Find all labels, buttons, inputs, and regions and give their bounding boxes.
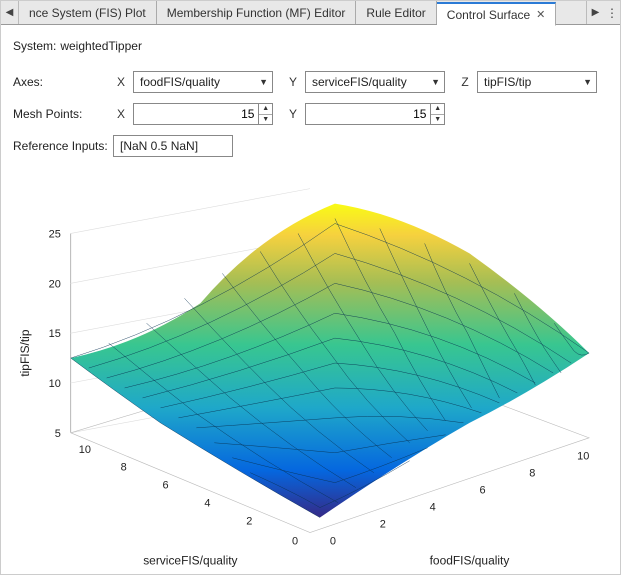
tab-fis-plot[interactable]: nce System (FIS) Plot	[19, 1, 157, 24]
x-tick: 4	[430, 502, 436, 514]
tab-label: Rule Editor	[366, 6, 425, 20]
dropdown-value: foodFIS/quality	[140, 75, 220, 89]
y-tick: 2	[246, 516, 252, 528]
system-row: System: weightedTipper	[13, 35, 608, 57]
y-tick: 0	[292, 535, 298, 547]
close-icon[interactable]: ✕	[536, 8, 545, 21]
reference-row: Reference Inputs: [NaN 0.5 NaN]	[13, 135, 608, 157]
tab-label: nce System (FIS) Plot	[29, 6, 146, 20]
dropdown-value: tipFIS/tip	[484, 75, 531, 89]
controls-panel: System: weightedTipper Axes: X foodFIS/q…	[1, 25, 620, 173]
mesh-y-spinner[interactable]: ▲ ▼	[305, 103, 445, 125]
x-tick: 6	[479, 485, 485, 497]
z-axis-label: Z	[457, 75, 473, 89]
tab-mf-editor[interactable]: Membership Function (MF) Editor	[157, 1, 357, 24]
y-tick: 4	[204, 498, 210, 510]
tab-label: Membership Function (MF) Editor	[167, 6, 346, 20]
system-name: weightedTipper	[60, 39, 142, 53]
z-tick: 5	[55, 428, 61, 440]
reference-input[interactable]: [NaN 0.5 NaN]	[113, 135, 233, 157]
spinner-down-icon[interactable]: ▼	[259, 115, 272, 125]
spinner-up-icon[interactable]: ▲	[431, 104, 444, 115]
reference-value: [NaN 0.5 NaN]	[120, 139, 198, 153]
tab-scroll-left[interactable]: ◀	[1, 1, 19, 24]
tab-scroll-right[interactable]: ▶	[586, 1, 604, 24]
mesh-row: Mesh Points: X ▲ ▼ Y ▲ ▼	[13, 103, 608, 125]
x-axis-label: X	[113, 75, 129, 89]
x-axis-dropdown[interactable]: foodFIS/quality ▼	[133, 71, 273, 93]
chevron-down-icon: ▼	[431, 77, 440, 87]
x-tick: 2	[380, 519, 386, 531]
y-axis-label: Y	[285, 75, 301, 89]
mesh-y-input[interactable]	[306, 104, 430, 124]
surface-plot[interactable]: 25 20 15 10 5 tipFIS/tip	[1, 173, 620, 583]
x-axis-title: foodFIS/quality	[430, 553, 510, 567]
mesh-x-input[interactable]	[134, 104, 258, 124]
chevron-down-icon: ▼	[583, 77, 592, 87]
z-tick: 20	[49, 278, 61, 290]
dropdown-value: serviceFIS/quality	[312, 75, 407, 89]
x-tick: 10	[577, 451, 589, 463]
y-tick: 8	[121, 462, 127, 474]
axes-label: Axes:	[13, 75, 113, 89]
spinner-up-icon[interactable]: ▲	[259, 104, 272, 115]
system-label: System:	[13, 39, 56, 53]
z-axis-title: tipFIS/tip	[18, 329, 32, 377]
z-axis-dropdown[interactable]: tipFIS/tip ▼	[477, 71, 597, 93]
mesh-y-label: Y	[285, 107, 301, 121]
mesh-label: Mesh Points:	[13, 107, 113, 121]
z-tick: 25	[49, 228, 61, 240]
x-tick: 8	[529, 468, 535, 480]
axes-row: Axes: X foodFIS/quality ▼ Y serviceFIS/q…	[13, 71, 608, 93]
y-axis-dropdown[interactable]: serviceFIS/quality ▼	[305, 71, 445, 93]
chevron-down-icon: ▼	[259, 77, 268, 87]
reference-label: Reference Inputs:	[13, 139, 113, 153]
spinner-down-icon[interactable]: ▼	[431, 115, 444, 125]
mesh-x-label: X	[113, 107, 129, 121]
mesh-x-spinner[interactable]: ▲ ▼	[133, 103, 273, 125]
tab-bar: ◀ nce System (FIS) Plot Membership Funct…	[1, 1, 620, 25]
x-tick: 0	[330, 535, 336, 547]
z-tick: 15	[49, 328, 61, 340]
y-axis-title: serviceFIS/quality	[143, 553, 237, 567]
more-tabs-icon[interactable]: ⋮	[604, 1, 620, 24]
y-tick: 10	[79, 444, 91, 456]
tab-rule-editor[interactable]: Rule Editor	[356, 1, 436, 24]
tab-label: Control Surface	[447, 8, 530, 22]
surface-svg: 25 20 15 10 5 tipFIS/tip	[1, 173, 620, 583]
tab-control-surface[interactable]: Control Surface ✕	[437, 2, 557, 26]
z-tick: 10	[49, 378, 61, 390]
y-tick: 6	[162, 480, 168, 492]
